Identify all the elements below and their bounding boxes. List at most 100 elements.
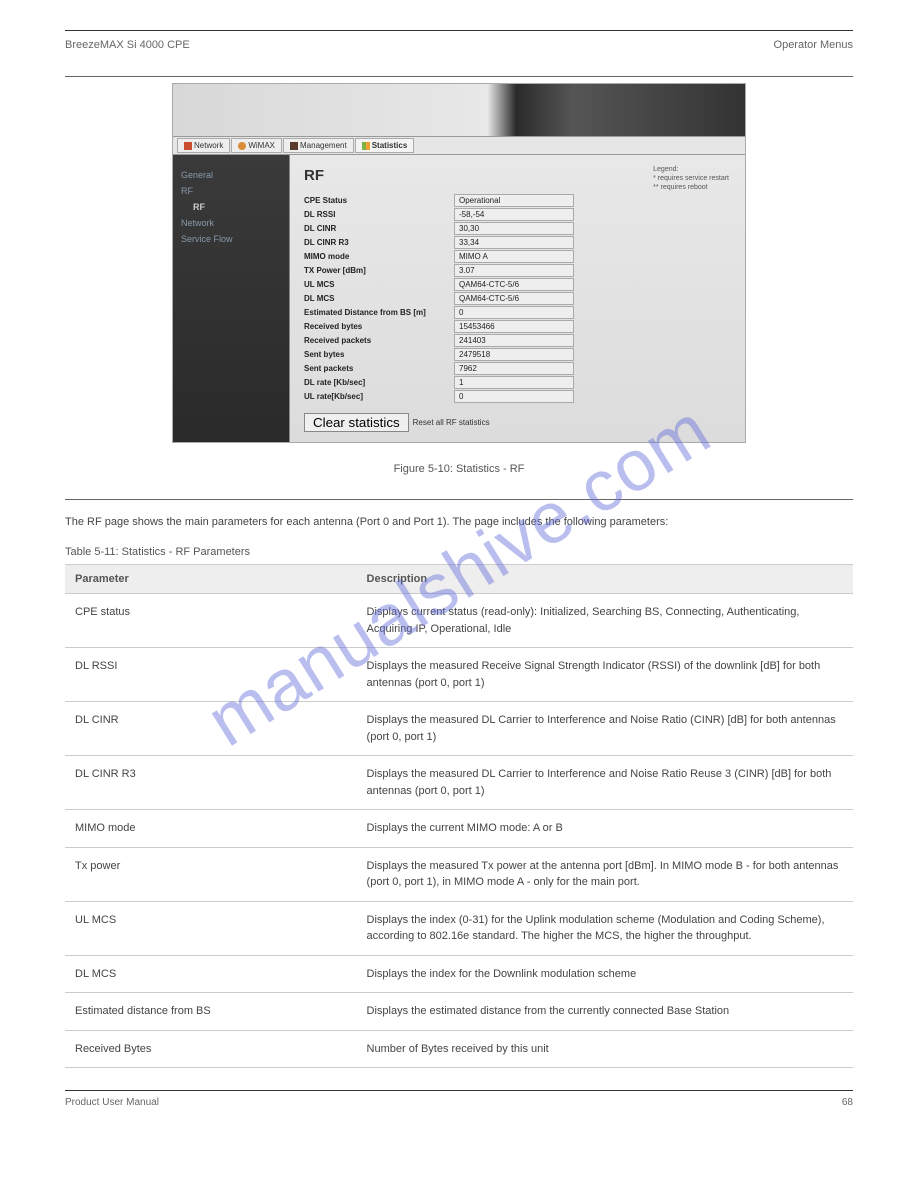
field-value: 30,30 (454, 222, 574, 235)
table-row: Received BytesNumber of Bytes received b… (65, 1030, 853, 1068)
tab-network[interactable]: Network (177, 138, 230, 153)
page-footer: Product User Manual 68 (65, 1091, 853, 1108)
field-value: 0 (454, 306, 574, 319)
wimax-icon (238, 142, 246, 150)
tab-bar: Network WiMAX Management Statistics (173, 136, 745, 155)
desc-cell: Displays the measured DL Carrier to Inte… (357, 756, 853, 810)
field-row: UL rate[Kb/sec]0 (304, 390, 731, 403)
field-row: TX Power [dBm]3.07 (304, 264, 731, 277)
sidebar-item-rf[interactable]: RF (181, 183, 281, 199)
table-row: UL MCSDisplays the index (0-31) for the … (65, 901, 853, 955)
field-value: 2479518 (454, 348, 574, 361)
table-row: DL RSSIDisplays the measured Receive Sig… (65, 648, 853, 702)
param-cell: Received Bytes (65, 1030, 357, 1068)
col-header-parameter: Parameter (65, 565, 357, 594)
field-label: TX Power [dBm] (304, 266, 454, 275)
param-cell: CPE status (65, 594, 357, 648)
field-label: MIMO mode (304, 252, 454, 261)
table-row: CPE statusDisplays current status (read-… (65, 594, 853, 648)
screenshot-container: Network WiMAX Management Statistics Gene… (65, 76, 853, 443)
management-icon (290, 142, 298, 150)
param-cell: DL RSSI (65, 648, 357, 702)
table-row: DL CINR R3Displays the measured DL Carri… (65, 756, 853, 810)
statistics-icon (362, 142, 370, 150)
tab-label: WiMAX (248, 141, 275, 150)
field-label: DL rate [Kb/sec] (304, 378, 454, 387)
field-label: CPE Status (304, 196, 454, 205)
param-cell: DL CINR (65, 702, 357, 756)
field-value: MIMO A (454, 250, 574, 263)
header-right: Operator Menus (774, 39, 853, 51)
tab-label: Management (300, 141, 347, 150)
field-row: DL rate [Kb/sec]1 (304, 376, 731, 389)
screenshot: Network WiMAX Management Statistics Gene… (172, 83, 746, 443)
banner (173, 84, 745, 136)
clear-statistics-button[interactable]: Clear statistics (304, 413, 409, 432)
network-icon (184, 142, 192, 150)
field-label: UL MCS (304, 280, 454, 289)
desc-cell: Displays the measured Receive Signal Str… (357, 648, 853, 702)
parameters-table: Parameter Description CPE statusDisplays… (65, 564, 853, 1068)
sidebar-item-rf-child[interactable]: RF (181, 199, 281, 215)
field-row: DL MCSQAM64-CTC-5/6 (304, 292, 731, 305)
field-value: 241403 (454, 334, 574, 347)
tab-label: Network (194, 141, 223, 150)
field-value: QAM64-CTC-5/6 (454, 278, 574, 291)
legend-line1: * requires service restart (653, 174, 729, 183)
field-row: Estimated Distance from BS [m]0 (304, 306, 731, 319)
tab-management[interactable]: Management (283, 138, 354, 153)
field-row: DL RSSI-58,-54 (304, 208, 731, 221)
param-cell: Tx power (65, 847, 357, 901)
field-value: 3.07 (454, 264, 574, 277)
sidebar-item-general[interactable]: General (181, 167, 281, 183)
button-row: Clear statistics Reset all RF statistics (304, 413, 731, 432)
tab-statistics[interactable]: Statistics (355, 138, 415, 153)
field-label: Sent packets (304, 364, 454, 373)
field-row: Sent bytes2479518 (304, 348, 731, 361)
field-row: DL CINR R333,34 (304, 236, 731, 249)
desc-cell: Displays the index for the Downlink modu… (357, 955, 853, 993)
table-header-row: Parameter Description (65, 565, 853, 594)
field-label: Estimated Distance from BS [m] (304, 308, 454, 317)
desc-cell: Displays the current MIMO mode: A or B (357, 810, 853, 848)
sidebar-item-service-flow[interactable]: Service Flow (181, 231, 281, 247)
field-row: Received bytes15453466 (304, 320, 731, 333)
desc-cell: Displays the estimated distance from the… (357, 993, 853, 1031)
field-list: CPE StatusOperationalDL RSSI-58,-54DL CI… (304, 194, 731, 403)
param-cell: DL CINR R3 (65, 756, 357, 810)
field-row: Sent packets7962 (304, 362, 731, 375)
footer-right: 68 (842, 1097, 853, 1108)
field-value: QAM64-CTC-5/6 (454, 292, 574, 305)
desc-cell: Displays the measured DL Carrier to Inte… (357, 702, 853, 756)
footer-left: Product User Manual (65, 1097, 159, 1108)
field-value: 15453466 (454, 320, 574, 333)
legend-line2: ** requires reboot (653, 183, 729, 192)
field-value: 1 (454, 376, 574, 389)
figure-caption: Figure 5-10: Statistics - RF (65, 463, 853, 475)
field-label: DL CINR (304, 224, 454, 233)
table-row: DL MCSDisplays the index for the Downlin… (65, 955, 853, 993)
field-label: Received bytes (304, 322, 454, 331)
col-header-description: Description (357, 565, 853, 594)
table-row: MIMO modeDisplays the current MIMO mode:… (65, 810, 853, 848)
field-label: UL rate[Kb/sec] (304, 392, 454, 401)
content-panel: RF Legend: * requires service restart **… (289, 155, 745, 442)
legend-title: Legend: (653, 165, 729, 174)
tab-wimax[interactable]: WiMAX (231, 138, 282, 153)
sidebar-item-network[interactable]: Network (181, 215, 281, 231)
table-row: Estimated distance from BSDisplays the e… (65, 993, 853, 1031)
desc-cell: Displays current status (read-only): Ini… (357, 594, 853, 648)
field-label: Sent bytes (304, 350, 454, 359)
field-row: Received packets241403 (304, 334, 731, 347)
desc-cell: Displays the index (0-31) for the Uplink… (357, 901, 853, 955)
field-value: Operational (454, 194, 574, 207)
section-description: The RF page shows the main parameters fo… (65, 516, 853, 528)
sidebar: General RF RF Network Service Flow (173, 155, 289, 442)
legend-box: Legend: * requires service restart ** re… (653, 165, 729, 192)
field-row: UL MCSQAM64-CTC-5/6 (304, 278, 731, 291)
reset-rf-statistics-link[interactable]: Reset all RF statistics (413, 418, 490, 427)
field-row: MIMO modeMIMO A (304, 250, 731, 263)
field-row: DL CINR30,30 (304, 222, 731, 235)
param-cell: UL MCS (65, 901, 357, 955)
page-header: BreezeMAX Si 4000 CPE Operator Menus (65, 39, 853, 51)
